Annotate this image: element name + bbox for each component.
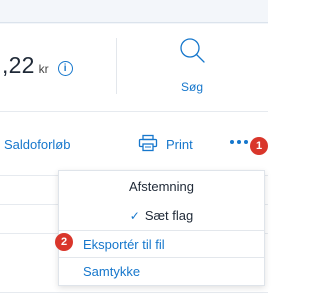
more-options-icon[interactable] — [230, 140, 248, 144]
menu-item-export[interactable]: Eksportér til fil — [59, 230, 264, 259]
vertical-divider — [116, 38, 117, 94]
print-button[interactable]: Print — [166, 137, 193, 152]
balance-amount: ,22 — [2, 52, 35, 78]
more-options-menu: Afstemning ✓ Sæt flag Eksportér til fil … — [58, 170, 265, 286]
balance-summary: ,22 kr i — [2, 52, 73, 78]
menu-item-label: Eksportér til fil — [83, 237, 165, 252]
menu-item-label: Afstemning — [128, 179, 195, 194]
divider — [0, 111, 268, 112]
balance-unit: kr — [38, 62, 49, 76]
divider — [0, 292, 268, 293]
menu-item-consent[interactable]: Samtykke — [59, 257, 264, 286]
menu-item-label: Sæt flag — [144, 208, 194, 223]
page: ,22 kr i Søg Saldoforløb Print 1 Afstemn… — [0, 0, 268, 305]
balance-history-link[interactable]: Saldoforløb — [4, 137, 70, 152]
menu-item-label: Samtykke — [83, 264, 141, 279]
menu-item-set-flag[interactable]: ✓ Sæt flag — [59, 201, 264, 230]
step-badge-2: 2 — [55, 233, 73, 251]
step-badge-1: 1 — [250, 137, 268, 155]
search-button[interactable]: Søg — [168, 32, 226, 96]
divider — [0, 22, 268, 23]
info-icon[interactable]: i — [57, 61, 73, 76]
search-icon — [180, 38, 205, 63]
printer-icon[interactable] — [138, 134, 158, 152]
check-icon: ✓ — [129, 208, 140, 223]
top-band — [0, 0, 268, 24]
search-label: Søg — [180, 80, 203, 94]
menu-item-reconcile[interactable]: Afstemning — [59, 172, 264, 201]
